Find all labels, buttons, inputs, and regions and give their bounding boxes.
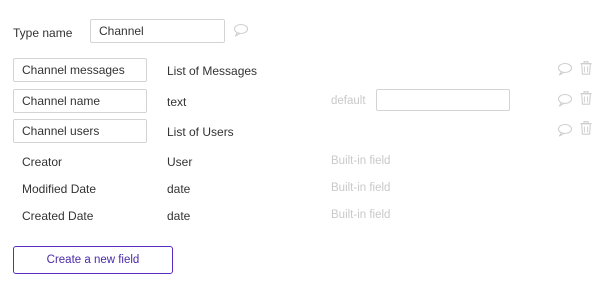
- comment-icon[interactable]: [557, 62, 573, 78]
- field-name-input[interactable]: Channel messages: [13, 58, 147, 82]
- type-name-input[interactable]: Channel: [90, 19, 225, 43]
- comment-icon[interactable]: [557, 93, 573, 109]
- builtin-field-note: Built-in field: [331, 182, 391, 194]
- field-type-label: List of Messages: [167, 64, 258, 78]
- builtin-field-name: Created Date: [22, 209, 94, 223]
- builtin-field-type: date: [167, 209, 191, 223]
- builtin-field-note: Built-in field: [331, 155, 391, 167]
- field-type-label: text: [167, 95, 187, 109]
- comment-icon[interactable]: [557, 123, 573, 139]
- builtin-field-name: Modified Date: [22, 182, 97, 196]
- comment-icon[interactable]: [233, 23, 249, 39]
- trash-icon[interactable]: [580, 61, 596, 77]
- default-value-input[interactable]: [376, 89, 510, 111]
- builtin-field-name: Creator: [22, 155, 63, 169]
- field-name-input[interactable]: Channel name: [13, 89, 147, 113]
- builtin-field-note: Built-in field: [331, 209, 391, 221]
- builtin-field-type: date: [167, 182, 191, 196]
- trash-icon[interactable]: [580, 121, 596, 137]
- field-name-input[interactable]: Channel users: [13, 119, 147, 143]
- builtin-field-type: User: [167, 155, 193, 169]
- field-type-label: List of Users: [167, 125, 234, 139]
- default-label: default: [331, 95, 366, 107]
- create-new-field-button[interactable]: Create a new field: [13, 246, 173, 274]
- type-name-label: Type name: [13, 26, 73, 40]
- trash-icon[interactable]: [580, 91, 596, 107]
